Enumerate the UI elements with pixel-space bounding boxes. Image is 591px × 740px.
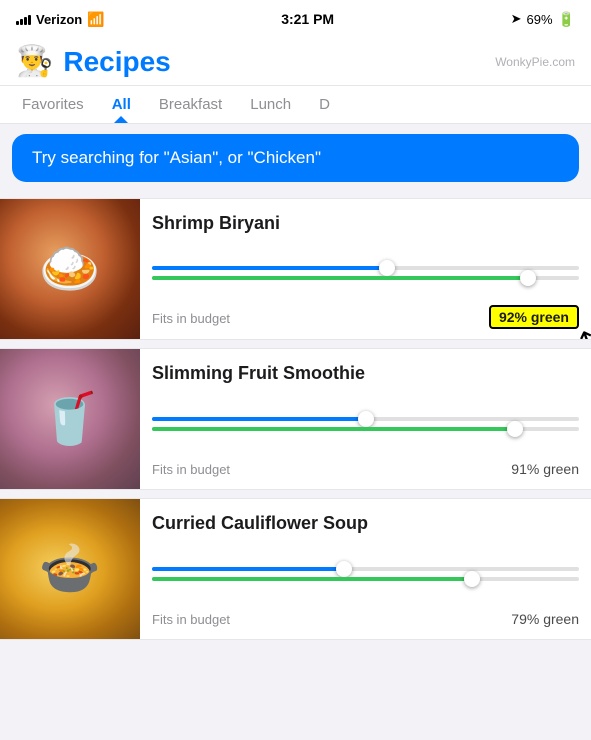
status-bar: Verizon 📶 3:21 PM ➤ 69% 🔋 xyxy=(0,0,591,36)
blue-slider-track-soup[interactable] xyxy=(152,567,579,571)
recipe-list: Shrimp Biryani Fits in budget xyxy=(0,192,591,646)
status-carrier: Verizon 📶 xyxy=(16,11,105,28)
battery-percent: 69% xyxy=(527,12,553,27)
recipe-name-shrimp: Shrimp Biryani xyxy=(152,213,579,235)
recipe-info-shrimp: Shrimp Biryani Fits in budget xyxy=(140,199,591,339)
budget-label-shrimp: Fits in budget xyxy=(152,311,230,326)
green-slider-track-soup[interactable] xyxy=(152,577,579,581)
recipe-info-soup: Curried Cauliflower Soup Fits in budget xyxy=(140,499,591,639)
budget-row-smoothie: Fits in budget 91% green xyxy=(152,461,579,477)
recipe-name-smoothie: Slimming Fruit Smoothie xyxy=(152,363,579,385)
recipe-card-shrimp[interactable]: Shrimp Biryani Fits in budget xyxy=(0,198,591,340)
blue-slider-thumb-shrimp[interactable] xyxy=(379,260,395,276)
recipe-card-soup[interactable]: Curried Cauliflower Soup Fits in budget xyxy=(0,498,591,640)
recipe-name-soup: Curried Cauliflower Soup xyxy=(152,513,579,535)
app-header-left: 👨‍🍳 Recipes xyxy=(16,44,171,79)
green-slider-thumb-shrimp[interactable] xyxy=(520,270,536,286)
app-title: Recipes xyxy=(63,46,170,78)
green-slider-fill-smoothie xyxy=(152,427,515,431)
sliders-soup xyxy=(152,567,579,581)
tab-lunch[interactable]: Lunch xyxy=(236,86,305,123)
recipe-image-soup xyxy=(0,499,140,639)
chef-icon: 👨‍🍳 xyxy=(16,44,53,79)
green-slider-fill-soup xyxy=(152,577,472,581)
recipe-image-smoothie xyxy=(0,349,140,489)
budget-row-shrimp: Fits in budget 92% green ↖ xyxy=(152,309,579,327)
budget-label-soup: Fits in budget xyxy=(152,612,230,627)
slider-row-green-smoothie xyxy=(152,427,579,431)
sliders-shrimp xyxy=(152,266,579,280)
slider-row-blue-soup xyxy=(152,567,579,571)
signal-icon xyxy=(16,13,31,25)
blue-slider-fill-smoothie xyxy=(152,417,366,421)
carrier-name: Verizon xyxy=(36,12,82,27)
badge-wrapper-shrimp: 92% green ↖ xyxy=(489,309,579,327)
green-slider-fill-shrimp xyxy=(152,276,528,280)
blue-slider-fill-soup xyxy=(152,567,344,571)
tabs-container: Favorites All Breakfast Lunch D xyxy=(0,86,591,124)
wifi-icon: 📶 xyxy=(87,11,104,28)
tab-all[interactable]: All xyxy=(98,86,145,123)
sliders-smoothie xyxy=(152,417,579,431)
search-banner-text: Try searching for "Asian", or "Chicken" xyxy=(32,148,321,167)
slider-row-green-soup xyxy=(152,577,579,581)
budget-label-smoothie: Fits in budget xyxy=(152,462,230,477)
tab-breakfast[interactable]: Breakfast xyxy=(145,86,236,123)
green-slider-track-smoothie[interactable] xyxy=(152,427,579,431)
watermark: WonkyPie.com xyxy=(495,55,575,69)
green-slider-thumb-smoothie[interactable] xyxy=(507,421,523,437)
slider-row-green-shrimp xyxy=(152,276,579,280)
blue-slider-thumb-smoothie[interactable] xyxy=(358,411,374,427)
green-slider-thumb-soup[interactable] xyxy=(464,571,480,587)
status-time: 3:21 PM xyxy=(281,11,334,27)
recipe-info-smoothie: Slimming Fruit Smoothie Fits in budget xyxy=(140,349,591,489)
app-header: 👨‍🍳 Recipes WonkyPie.com xyxy=(0,36,591,86)
status-right: ➤ 69% 🔋 xyxy=(511,11,575,28)
budget-row-soup: Fits in budget 79% green xyxy=(152,611,579,627)
recipe-card-smoothie[interactable]: Slimming Fruit Smoothie Fits in budget xyxy=(0,348,591,490)
green-slider-track-shrimp[interactable] xyxy=(152,276,579,280)
tab-favorites[interactable]: Favorites xyxy=(8,86,98,123)
search-banner[interactable]: Try searching for "Asian", or "Chicken" xyxy=(12,134,579,182)
location-icon: ➤ xyxy=(511,11,522,27)
slider-row-blue-shrimp xyxy=(152,266,579,270)
blue-slider-thumb-soup[interactable] xyxy=(336,561,352,577)
green-text-soup: 79% green xyxy=(511,611,579,627)
tab-bar: Favorites All Breakfast Lunch D xyxy=(0,86,591,123)
battery-icon: 🔋 xyxy=(558,11,575,28)
green-text-smoothie: 91% green xyxy=(511,461,579,477)
tab-d[interactable]: D xyxy=(305,86,344,123)
blue-slider-fill-shrimp xyxy=(152,266,387,270)
recipe-image-shrimp xyxy=(0,199,140,339)
blue-slider-track-shrimp[interactable] xyxy=(152,266,579,270)
green-badge-shrimp: 92% green xyxy=(489,305,579,329)
